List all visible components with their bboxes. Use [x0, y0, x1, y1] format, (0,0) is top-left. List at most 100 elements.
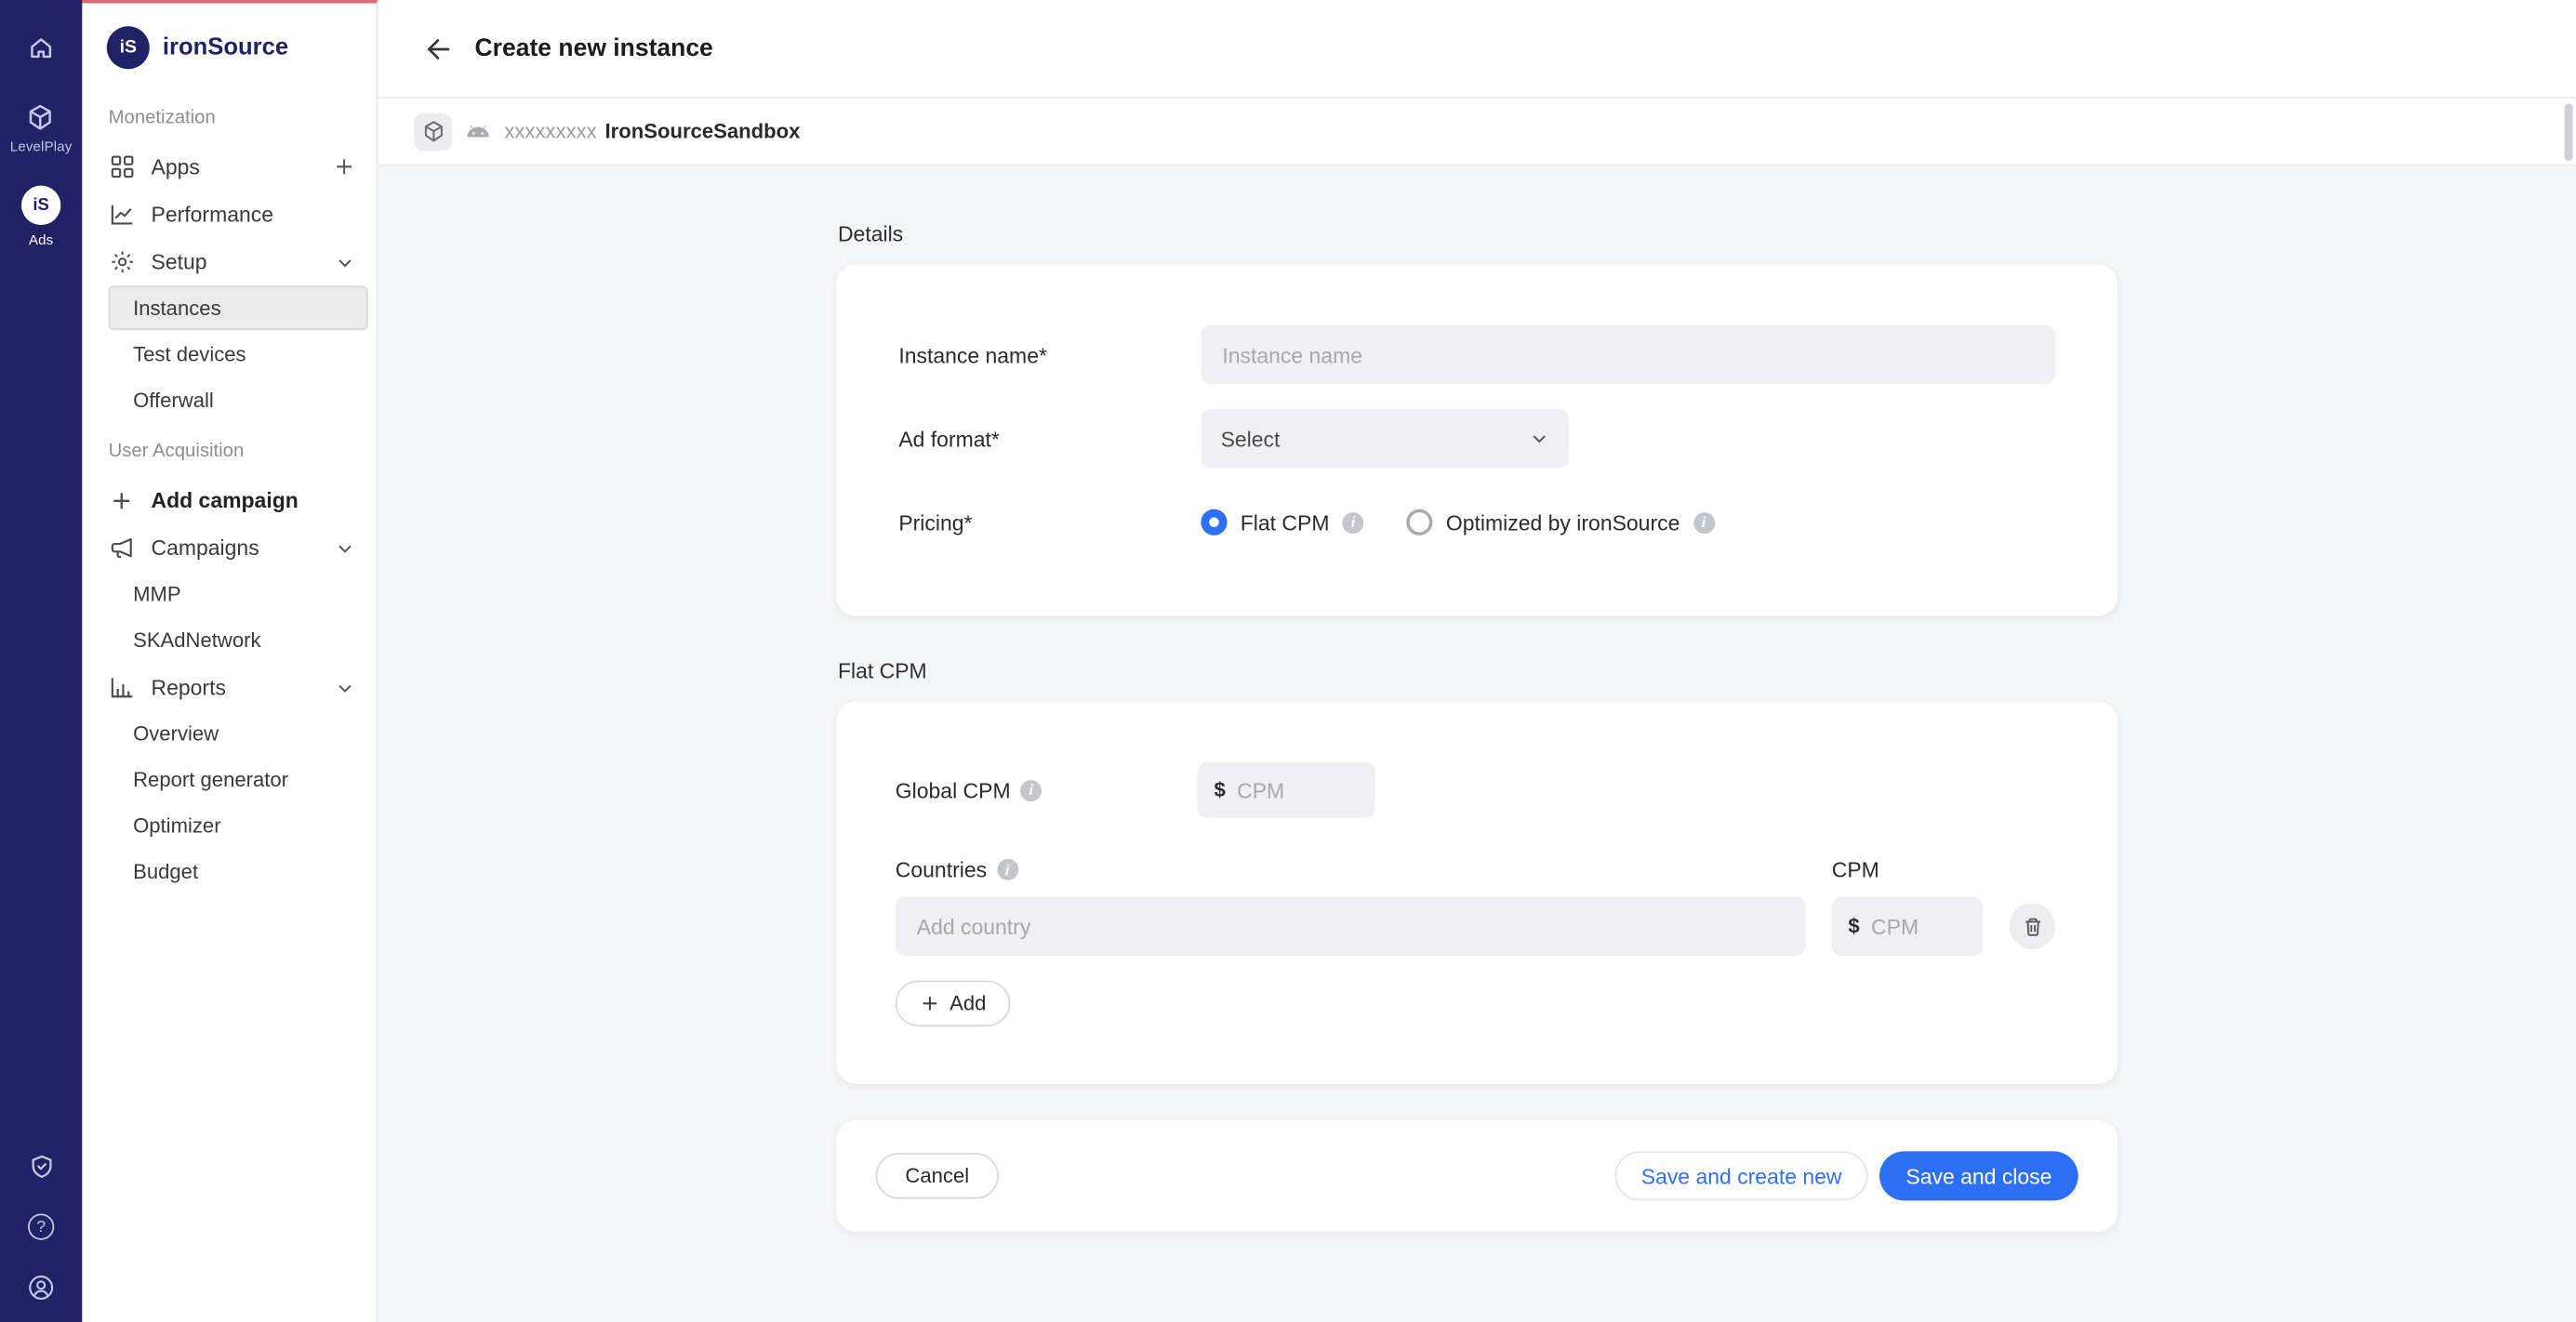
- details-card: Instance name* Ad format* Select: [836, 264, 2118, 615]
- country-cpm-headers: Countries CPM: [896, 857, 2059, 881]
- help-nav[interactable]: [28, 1214, 54, 1240]
- app-context-bar: xxxxxxxxx IronSourceSandbox: [378, 99, 2576, 165]
- sidebar-item-add-campaign[interactable]: Add campaign: [82, 476, 376, 523]
- add-country-button[interactable]: Add: [896, 981, 1011, 1026]
- back-button[interactable]: [414, 24, 463, 73]
- sidebar-item-label: Setup: [152, 250, 207, 274]
- levelplay-label: LevelPlay: [10, 138, 73, 154]
- ads-logo-icon: iS: [21, 186, 60, 225]
- country-cpm-row: $: [896, 897, 2059, 957]
- sidebar: iS ironSource Monetization Apps Performa…: [82, 0, 378, 1322]
- ironsource-logo-text: ironSource: [163, 34, 288, 60]
- flat-cpm-radio[interactable]: [1201, 509, 1227, 535]
- chevron-down-icon: [335, 252, 354, 271]
- ad-format-row: Ad format* Select: [898, 409, 2055, 469]
- country-cpm-field: $: [1832, 897, 1984, 957]
- sidebar-item-optimizer[interactable]: Optimizer: [109, 803, 368, 848]
- main-area: Create new instance xxxxxxxxx IronSource…: [378, 0, 2576, 1322]
- sidebar-item-apps[interactable]: Apps: [82, 143, 376, 191]
- sidebar-item-label: Add campaign: [152, 488, 299, 512]
- info-icon[interactable]: [997, 859, 1018, 880]
- content-area: Details Instance name* Ad format* Select: [378, 165, 2576, 1232]
- ads-label: Ads: [29, 231, 53, 248]
- account-nav[interactable]: [26, 1273, 56, 1302]
- pricing-label: Pricing*: [898, 510, 1201, 535]
- left-rail: LevelPlay iS Ads: [0, 0, 82, 1322]
- sidebar-item-setup[interactable]: Setup: [82, 238, 376, 285]
- section-user-acquisition: User Acquisition: [82, 442, 376, 461]
- help-icon: [28, 1214, 54, 1240]
- global-cpm-row: Global CPM $: [896, 762, 2059, 818]
- plus-icon: [110, 489, 136, 512]
- optimized-option-label: Optimized by ironSource: [1446, 510, 1680, 535]
- home-nav[interactable]: [28, 34, 54, 60]
- info-icon[interactable]: [1693, 511, 1714, 533]
- plus-icon: [920, 994, 939, 1013]
- instance-name-row: Instance name*: [898, 325, 2055, 385]
- sidebar-item-budget[interactable]: Budget: [109, 849, 368, 893]
- sidebar-item-skadnetwork[interactable]: SKAdNetwork: [109, 617, 368, 662]
- optimized-radio[interactable]: [1406, 509, 1432, 535]
- optimized-option[interactable]: Optimized by ironSource: [1406, 509, 1714, 535]
- app-name: IronSourceSandbox: [605, 120, 801, 143]
- save-and-close-button[interactable]: Save and close: [1879, 1151, 2078, 1200]
- sidebar-item-instances[interactable]: Instances: [109, 285, 368, 330]
- delete-row-button[interactable]: [2010, 904, 2055, 949]
- sidebar-item-test-devices[interactable]: Test devices: [109, 332, 368, 377]
- sidebar-item-overview[interactable]: Overview: [109, 711, 368, 756]
- sidebar-item-performance[interactable]: Performance: [82, 191, 376, 238]
- sidebar-item-label: Apps: [152, 154, 200, 178]
- flat-cpm-section-title: Flat CPM: [838, 658, 2118, 682]
- sidebar-item-offerwall[interactable]: Offerwall: [109, 377, 368, 422]
- line-chart-icon: [110, 202, 136, 226]
- account-icon: [26, 1273, 56, 1302]
- gear-icon: [110, 250, 136, 274]
- instance-name-input[interactable]: [1201, 325, 2055, 385]
- levelplay-nav[interactable]: LevelPlay: [10, 103, 73, 154]
- global-cpm-input[interactable]: [1237, 777, 1359, 801]
- ironsource-logo[interactable]: iS ironSource: [82, 26, 376, 69]
- sidebar-item-reports[interactable]: Reports: [82, 664, 376, 711]
- global-cpm-field: $: [1198, 762, 1375, 818]
- page-header: Create new instance: [378, 0, 2576, 99]
- sidebar-item-campaigns[interactable]: Campaigns: [82, 524, 376, 572]
- info-icon[interactable]: [1343, 511, 1364, 533]
- chevron-down-icon: [335, 678, 354, 697]
- page-title: Create new instance: [475, 34, 713, 62]
- megaphone-icon: [110, 535, 136, 560]
- shield-icon: [27, 1153, 55, 1181]
- rail-bottom-group: [26, 1153, 56, 1322]
- cpm-column-label: CPM: [1832, 857, 1879, 881]
- global-cpm-label: Global CPM: [896, 777, 1011, 801]
- add-country-label: Add: [949, 992, 986, 1015]
- bar-chart-icon: [110, 675, 136, 699]
- security-nav[interactable]: [27, 1153, 55, 1181]
- home-icon: [28, 34, 54, 60]
- ad-format-select[interactable]: Select: [1201, 409, 1569, 469]
- countries-label: Countries: [896, 857, 987, 881]
- sidebar-item-label: Reports: [152, 675, 226, 699]
- cancel-button[interactable]: Cancel: [876, 1153, 999, 1198]
- add-app-icon[interactable]: [334, 156, 355, 178]
- app-id: xxxxxxxxx: [504, 120, 596, 143]
- ads-nav[interactable]: iS Ads: [21, 186, 60, 248]
- sidebar-item-mmp[interactable]: MMP: [109, 572, 368, 616]
- flat-cpm-option[interactable]: Flat CPM: [1201, 509, 1363, 535]
- info-icon[interactable]: [1020, 779, 1042, 800]
- flat-cpm-option-label: Flat CPM: [1241, 510, 1330, 535]
- ironsource-logo-icon: iS: [107, 26, 150, 69]
- chevron-down-icon: [335, 538, 354, 558]
- country-input[interactable]: [896, 897, 1806, 957]
- sidebar-item-report-generator[interactable]: Report generator: [109, 757, 368, 801]
- country-cpm-input[interactable]: [1871, 914, 1967, 938]
- scrollbar-thumb[interactable]: [2565, 103, 2573, 161]
- trash-icon: [2022, 916, 2043, 937]
- flat-cpm-card: Global CPM $ Countries CPM: [836, 701, 2118, 1084]
- sidebar-item-label: Campaigns: [152, 535, 259, 560]
- app-icon[interactable]: [414, 112, 452, 151]
- sidebar-item-label: Performance: [152, 202, 273, 226]
- levelplay-cube-icon: [27, 103, 55, 131]
- save-and-create-new-button[interactable]: Save and create new: [1614, 1151, 1867, 1200]
- currency-symbol: $: [1848, 915, 1859, 938]
- pricing-row: Pricing* Flat CPM Optimized by ironSourc…: [898, 493, 2055, 552]
